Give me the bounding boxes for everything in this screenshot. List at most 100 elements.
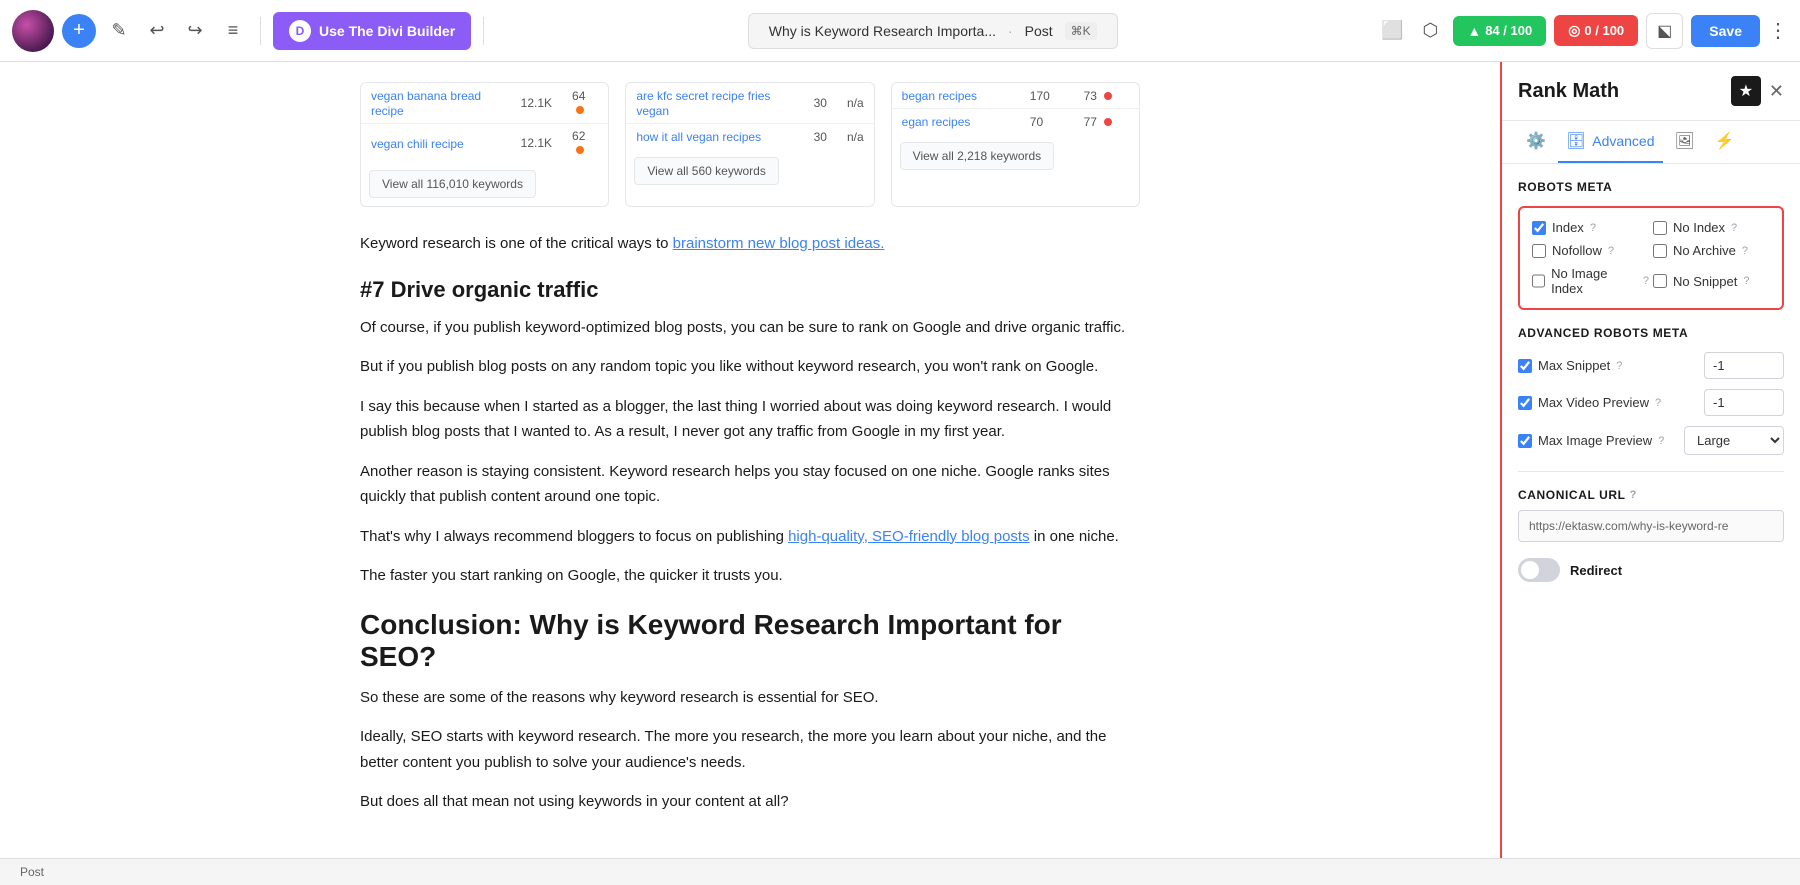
article-paragraph-p3: I say this because when I started as a b… xyxy=(360,394,1140,445)
divider xyxy=(260,17,261,45)
article-link-seo[interactable]: high-quality, SEO-friendly blog posts xyxy=(788,528,1030,545)
max-video-label: Max Video Preview xyxy=(1538,395,1649,410)
status-bar: Post xyxy=(0,858,1800,885)
nosnippet-checkbox[interactable] xyxy=(1653,274,1667,288)
kw-link[interactable]: are kfc secret recipe fries vegan xyxy=(636,89,770,118)
max-snippet-help-icon[interactable]: ? xyxy=(1616,360,1622,372)
view-all-button-3[interactable]: View all 2,218 keywords xyxy=(900,142,1055,170)
index-help-icon[interactable]: ? xyxy=(1590,222,1596,234)
divi-builder-button[interactable]: D Use The Divi Builder xyxy=(273,12,471,50)
nofollow-help-icon[interactable]: ? xyxy=(1608,245,1614,257)
kw-table-1: vegan banana bread recipe 12.1K 64 vegan… xyxy=(361,83,608,162)
kw-score: n/a xyxy=(837,83,874,124)
article-paragraph-p1: Of course, if you publish keyword-optimi… xyxy=(360,315,1140,341)
responsive-icon-button[interactable]: ⬜ xyxy=(1377,16,1407,46)
divi-logo: D xyxy=(289,20,311,42)
nofollow-label: Nofollow xyxy=(1552,243,1602,258)
kw-link[interactable]: began recipes xyxy=(902,89,977,103)
more-options-button[interactable]: ⋮ xyxy=(1768,18,1788,43)
max-image-help-icon[interactable]: ? xyxy=(1658,435,1664,447)
table-row: how it all vegan recipes 30 n/a xyxy=(626,124,873,150)
noimageindex-label: No Image Index xyxy=(1551,266,1637,296)
index-checkbox[interactable] xyxy=(1532,221,1546,235)
title-sep: · xyxy=(1008,23,1013,39)
article-paragraph-p8: Ideally, SEO starts with keyword researc… xyxy=(360,724,1140,775)
max-video-input[interactable] xyxy=(1704,389,1784,416)
max-video-checkbox[interactable] xyxy=(1518,396,1532,410)
view-all-button-2[interactable]: View all 560 keywords xyxy=(634,157,779,185)
article-h2-organic: #7 Drive organic traffic xyxy=(360,277,1140,303)
canonical-url-input[interactable] xyxy=(1518,510,1784,542)
keyword-tables: vegan banana bread recipe 12.1K 64 vegan… xyxy=(360,82,1140,207)
max-image-select[interactable]: Large Standard None xyxy=(1684,426,1784,455)
noimageindex-help-icon[interactable]: ? xyxy=(1643,275,1649,287)
status-label: Post xyxy=(20,865,44,879)
divi-label: Use The Divi Builder xyxy=(319,23,455,39)
adv-robots-title: ADVANCED ROBOTS META xyxy=(1518,326,1784,340)
kw-score: 73 xyxy=(1074,83,1139,109)
layout-button[interactable]: ⬕ xyxy=(1646,13,1683,49)
redirect-label: Redirect xyxy=(1570,563,1622,578)
max-snippet-input[interactable] xyxy=(1704,352,1784,379)
tab-social[interactable]: ⚡ xyxy=(1707,121,1743,163)
max-image-label: Max Image Preview xyxy=(1538,433,1652,448)
readability-score-label: 0 / 100 xyxy=(1584,23,1624,38)
shortcut-badge: ⌘K xyxy=(1065,22,1097,40)
post-title-box: Why is Keyword Research Importa... · Pos… xyxy=(748,13,1118,49)
panel-star-button[interactable]: ★ xyxy=(1731,76,1761,106)
undo-button[interactable]: ↩ xyxy=(142,16,172,46)
add-button[interactable]: + xyxy=(62,14,96,48)
article-paragraph-p9: But does all that mean not using keyword… xyxy=(360,789,1140,815)
seo-score-button[interactable]: ▲ 84 / 100 xyxy=(1453,16,1546,46)
topbar-right: ⬜ ⬡ ▲ 84 / 100 ◎ 0 / 100 ⬕ Save ⋮ xyxy=(1377,13,1788,49)
noimageindex-checkbox[interactable] xyxy=(1532,274,1545,288)
view-all-button-1[interactable]: View all 116,010 keywords xyxy=(369,170,536,198)
max-snippet-checkbox[interactable] xyxy=(1518,359,1532,373)
kw-link[interactable]: egan recipes xyxy=(902,115,971,129)
noarchive-help-icon[interactable]: ? xyxy=(1742,245,1748,257)
nosnippet-help-icon[interactable]: ? xyxy=(1743,275,1749,287)
canonical-help-icon[interactable]: ? xyxy=(1630,489,1637,501)
kw-table-3: began recipes 170 73 egan recipes 70 77 xyxy=(892,83,1139,134)
article-paragraph-p4: Another reason is staying consistent. Ke… xyxy=(360,459,1140,510)
noarchive-checkbox[interactable] xyxy=(1653,244,1667,258)
external-link-button[interactable]: ⬡ xyxy=(1415,16,1445,46)
max-image-checkbox[interactable] xyxy=(1518,434,1532,448)
tab-general[interactable]: ⚙️ xyxy=(1518,121,1554,163)
table-row: vegan chili recipe 12.1K 62 xyxy=(361,124,608,163)
kw-link[interactable]: vegan banana bread recipe xyxy=(371,89,481,118)
edit-icon-button[interactable]: ✎ xyxy=(104,16,134,46)
redirect-toggle[interactable] xyxy=(1518,558,1560,582)
canonical-title: Canonical URL ? xyxy=(1518,488,1784,502)
panel-close-button[interactable]: ✕ xyxy=(1769,81,1784,102)
kw-link[interactable]: vegan chili recipe xyxy=(371,137,464,151)
readability-score-button[interactable]: ◎ 0 / 100 xyxy=(1554,15,1638,46)
kw-score: 77 xyxy=(1074,109,1139,135)
robots-meta-title: ROBOTS META xyxy=(1518,180,1784,194)
kw-table-block-1: vegan banana bread recipe 12.1K 64 vegan… xyxy=(360,82,609,207)
kw-link[interactable]: how it all vegan recipes xyxy=(636,130,761,144)
noarchive-label: No Archive xyxy=(1673,243,1736,258)
save-button[interactable]: Save xyxy=(1691,15,1760,47)
redo-button[interactable]: ↪ xyxy=(180,16,210,46)
kw-table-block-3: began recipes 170 73 egan recipes 70 77 … xyxy=(891,82,1140,207)
menu-button[interactable]: ≡ xyxy=(218,16,248,46)
dot-orange xyxy=(576,106,584,114)
tab-schema[interactable]: 🖼 xyxy=(1667,121,1703,163)
tab-advanced[interactable]: 🗄 Advanced xyxy=(1558,121,1663,163)
tab-advanced-label: Advanced xyxy=(1592,133,1654,149)
index-label: Index xyxy=(1552,220,1584,235)
kw-vol: 70 xyxy=(1020,109,1074,135)
noindex-help-icon[interactable]: ? xyxy=(1731,222,1737,234)
nofollow-checkbox[interactable] xyxy=(1532,244,1546,258)
noindex-checkbox[interactable] xyxy=(1653,221,1667,235)
max-video-help-icon[interactable]: ? xyxy=(1655,397,1661,409)
main-area: vegan banana bread recipe 12.1K 64 vegan… xyxy=(0,62,1800,858)
nosnippet-label: No Snippet xyxy=(1673,274,1737,289)
kw-vol: 30 xyxy=(804,124,837,150)
dot-orange xyxy=(576,146,584,154)
article-link-brainstorm[interactable]: brainstorm new blog post ideas. xyxy=(673,235,885,252)
max-snippet-label: Max Snippet xyxy=(1538,358,1610,373)
dot-red xyxy=(1104,92,1112,100)
table-row: vegan banana bread recipe 12.1K 64 xyxy=(361,83,608,124)
